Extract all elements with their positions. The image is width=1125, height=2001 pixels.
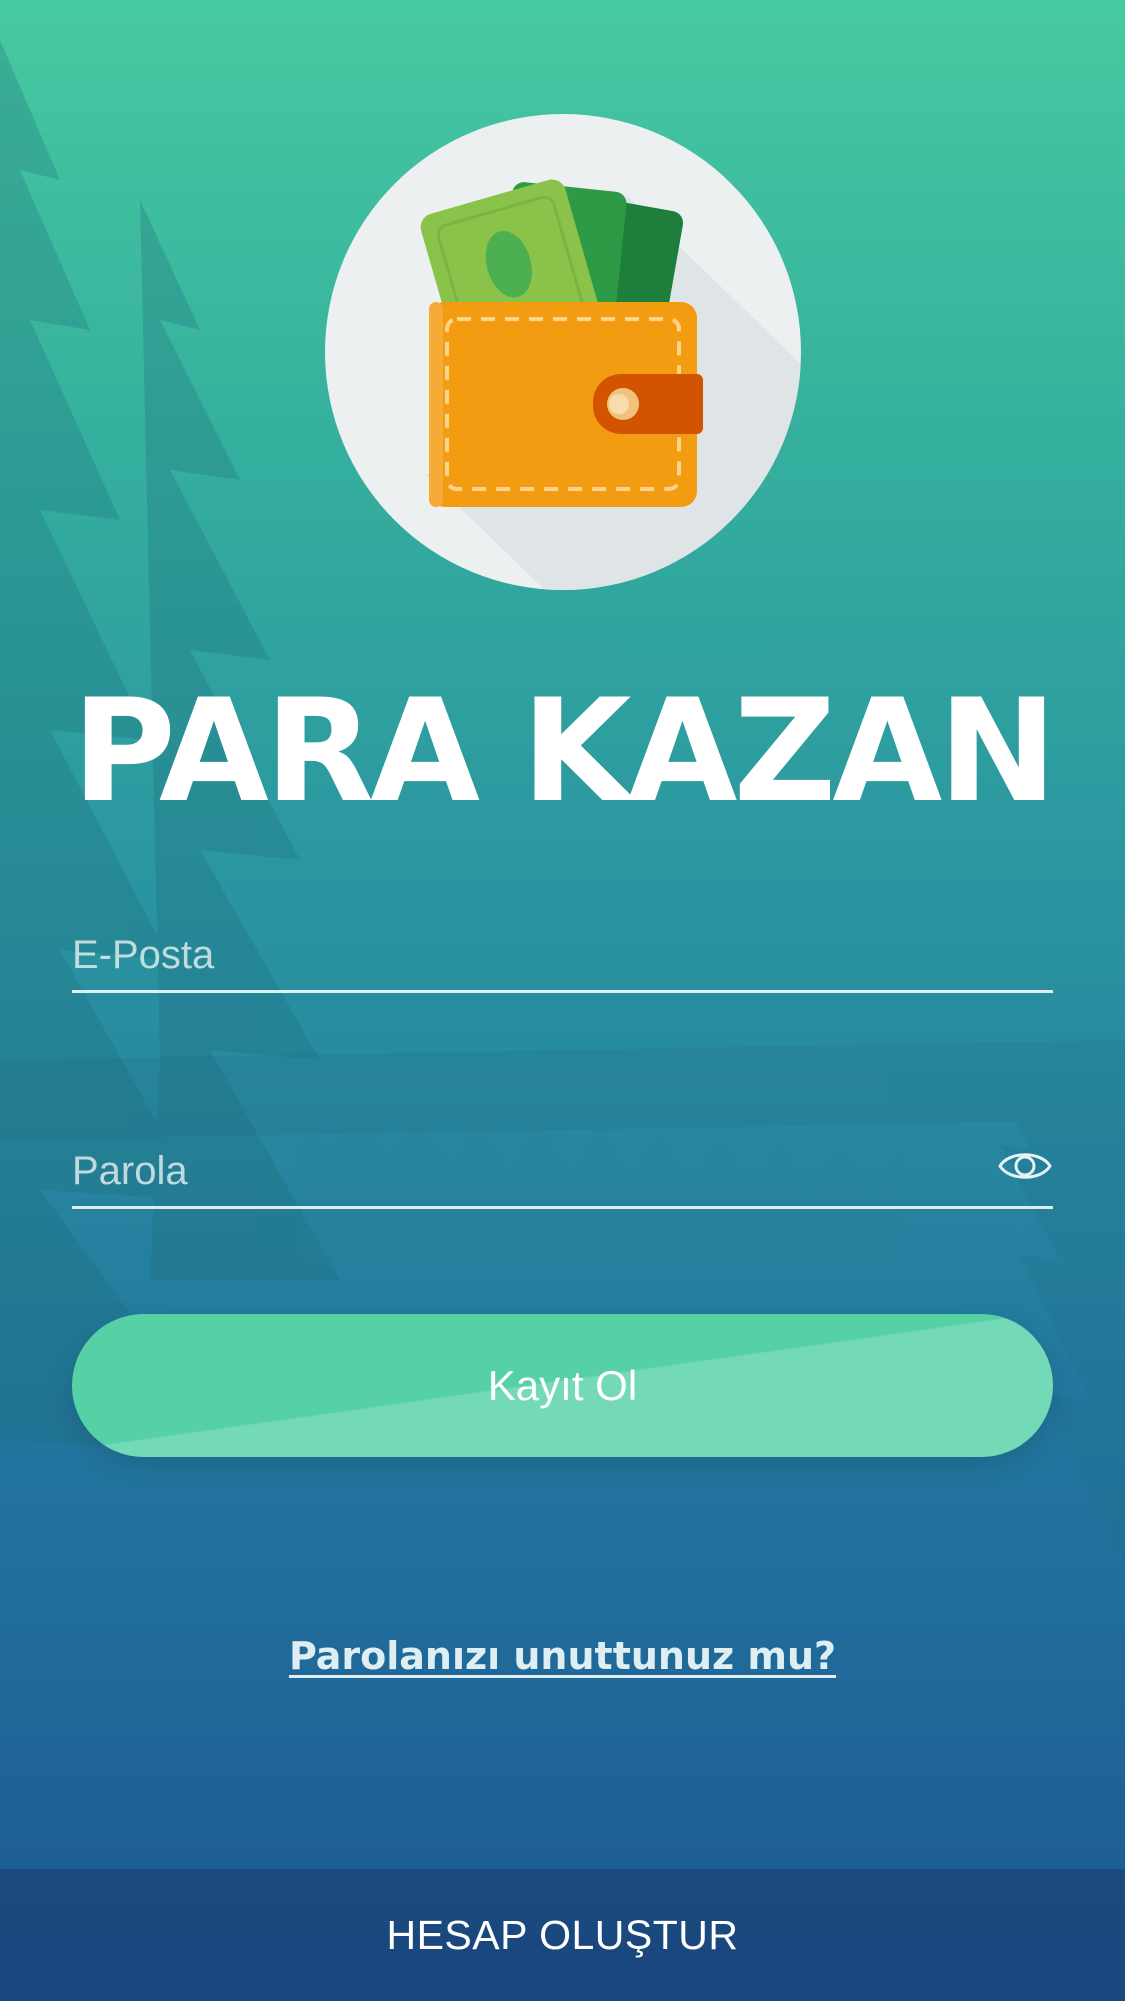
app-logo — [325, 114, 801, 590]
eye-icon[interactable] — [997, 1146, 1053, 1186]
register-button[interactable]: Kayıt Ol — [72, 1314, 1053, 1457]
password-input[interactable] — [72, 1136, 1053, 1206]
email-field-container — [72, 920, 1053, 993]
create-account-button[interactable]: HESAP OLUŞTUR — [0, 1869, 1125, 2001]
email-input[interactable] — [72, 920, 1053, 990]
create-account-label: HESAP OLUŞTUR — [386, 1911, 739, 1958]
app-title: PARA KAZAN — [71, 669, 1057, 834]
password-field-container — [72, 1136, 1053, 1209]
wallet-icon — [420, 179, 801, 590]
register-button-label: Kayıt Ol — [487, 1361, 638, 1409]
forgot-password-link[interactable]: Parolanızı unuttunuz mu? — [0, 1634, 1125, 1678]
